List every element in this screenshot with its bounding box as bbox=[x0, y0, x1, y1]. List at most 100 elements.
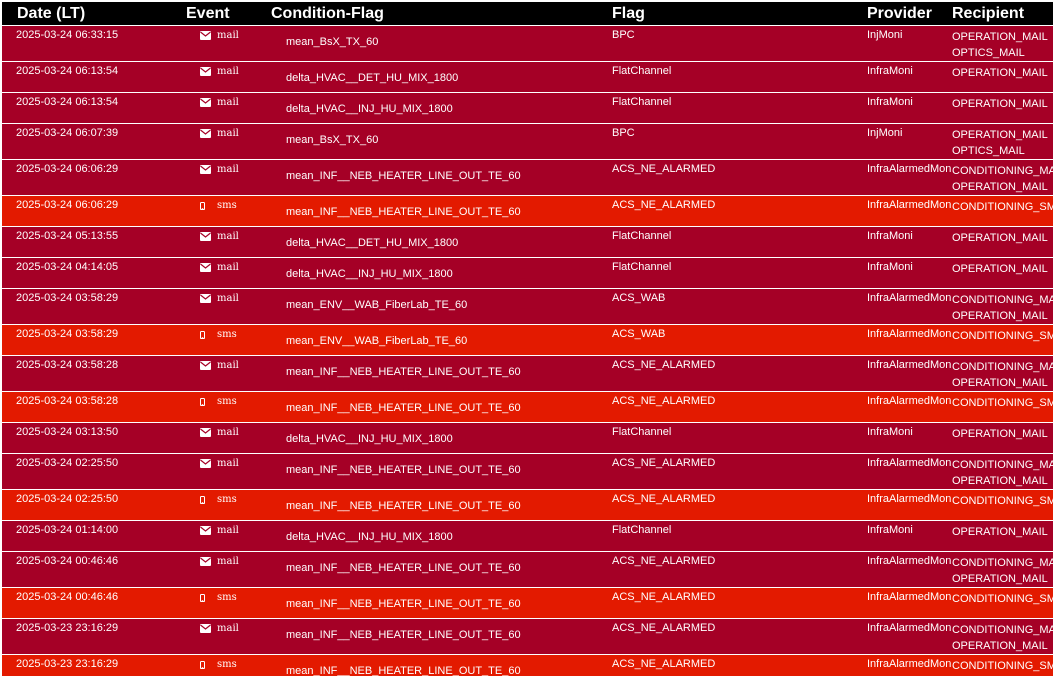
cell-recipient: CONDITIONING_SMS bbox=[952, 392, 1053, 423]
envelope-icon bbox=[200, 31, 211, 40]
cell-date: 2025-03-24 05:13:55 bbox=[16, 230, 119, 242]
cell-flag: FlatChannel bbox=[612, 96, 672, 108]
cell-date: 2025-03-24 03:13:50 bbox=[16, 426, 119, 438]
cell-recipient: CONDITIONING_MAIL OPERATION_MAIL bbox=[952, 160, 1053, 196]
cell-condition: mean_BsX_TX_60 bbox=[286, 134, 379, 146]
table-row[interactable]: 2025-03-24 03:58:28 sms mean_INF__NEB_HEAT… bbox=[2, 391, 1053, 423]
table-row[interactable]: 2025-03-24 06:06:29 mail mean_INF__NEB_HEA… bbox=[2, 159, 1053, 196]
cell-event: mail bbox=[186, 454, 271, 490]
table-row[interactable]: 2025-03-24 06:06:29 sms mean_INF__NEB_HEAT… bbox=[2, 195, 1053, 227]
recipient-name: OPERATION_MAIL bbox=[952, 181, 1048, 193]
cell-flag: FlatChannel bbox=[612, 524, 672, 536]
cell-condition: delta_HVAC__DET_HU_MIX_1800 bbox=[286, 72, 459, 84]
mobile-phone-icon bbox=[200, 330, 211, 339]
table-row[interactable]: 2025-03-24 01:14:00 mail delta_HVAC__INJ_H… bbox=[2, 520, 1053, 552]
recipient-name: CONDITIONING_MAIL bbox=[952, 459, 1053, 471]
column-header-recipient[interactable]: Recipient bbox=[952, 2, 1053, 26]
recipient-name: OPERATION_MAIL bbox=[952, 428, 1048, 440]
event-type-label: sms bbox=[217, 494, 237, 505]
recipient-name: OPERATION_MAIL bbox=[952, 573, 1048, 585]
table-row[interactable]: 2025-03-24 03:58:29 sms mean_ENV__WAB_Fibe… bbox=[2, 324, 1053, 356]
cell-flag: ACS_WAB bbox=[612, 292, 666, 304]
table-row[interactable]: 2025-03-24 03:58:28 mail mean_INF__NEB_HEA… bbox=[2, 355, 1053, 392]
table-row[interactable]: 2025-03-23 23:16:29 mail mean_INF__NEB_HEA… bbox=[2, 618, 1053, 655]
cell-provider: InfraAlarmedMoni bbox=[867, 359, 952, 371]
cell-flag: FlatChannel bbox=[612, 65, 672, 77]
cell-flag: BPC bbox=[612, 127, 635, 139]
cell-flag: ACS_NE_ALARMED bbox=[612, 493, 716, 505]
recipient-name: OPERATION_MAIL bbox=[952, 310, 1048, 322]
cell-event: mail bbox=[186, 124, 271, 160]
cell-provider: InfraMoni bbox=[867, 524, 913, 536]
cell-event: sms bbox=[186, 196, 271, 227]
table-row[interactable]: 2025-03-24 04:14:05 mail delta_HVAC__INJ_H… bbox=[2, 257, 1053, 289]
envelope-icon bbox=[200, 129, 211, 138]
alarm-log-table: Date (LT) Event Condition-Flag Flag Prov… bbox=[2, 2, 1053, 676]
envelope-icon bbox=[200, 428, 211, 437]
event-type-label: mail bbox=[217, 30, 239, 41]
event-type-label: mail bbox=[217, 458, 239, 469]
event-type-label: mail bbox=[217, 128, 239, 139]
table-row[interactable]: 2025-03-24 06:33:15 mail mean_BsX_TX_60 BPC… bbox=[2, 25, 1053, 62]
cell-flag: FlatChannel bbox=[612, 426, 672, 438]
cell-flag: ACS_NE_ALARMED bbox=[612, 163, 716, 175]
cell-event: mail bbox=[186, 289, 271, 325]
table-row[interactable]: 2025-03-24 03:58:29 mail mean_ENV__WAB_Fib… bbox=[2, 288, 1053, 325]
table-row[interactable]: 2025-03-23 23:16:29 sms mean_INF__NEB_HEAT… bbox=[2, 654, 1053, 676]
cell-condition: mean_INF__NEB_HEATER_LINE_OUT_TE_60 bbox=[286, 366, 521, 378]
event-type-label: mail bbox=[217, 623, 239, 634]
table-row[interactable]: 2025-03-24 06:13:54 mail delta_HVAC__DET_H… bbox=[2, 61, 1053, 93]
cell-condition: delta_HVAC__INJ_HU_MIX_1800 bbox=[286, 103, 453, 115]
table-row[interactable]: 2025-03-24 05:13:55 mail delta_HVAC__DET_H… bbox=[2, 226, 1053, 258]
table-row[interactable]: 2025-03-24 06:13:54 mail delta_HVAC__INJ_H… bbox=[2, 92, 1053, 124]
cell-date: 2025-03-24 06:06:29 bbox=[16, 199, 119, 211]
cell-condition: delta_HVAC__DET_HU_MIX_1800 bbox=[286, 237, 459, 249]
cell-flag: BPC bbox=[612, 29, 635, 41]
cell-recipient: OPERATION_MAIL OPTICS_MAIL bbox=[952, 26, 1053, 62]
cell-condition: mean_INF__NEB_HEATER_LINE_OUT_TE_60 bbox=[286, 206, 521, 218]
column-header-event[interactable]: Event bbox=[186, 2, 271, 26]
cell-flag: ACS_NE_ALARMED bbox=[612, 622, 716, 634]
cell-flag: ACS_WAB bbox=[612, 328, 666, 340]
cell-recipient: OPERATION_MAIL bbox=[952, 423, 1053, 454]
table-row[interactable]: 2025-03-24 06:07:39 mail mean_BsX_TX_60 BPC… bbox=[2, 123, 1053, 160]
cell-date: 2025-03-24 03:58:28 bbox=[16, 395, 119, 407]
cell-date: 2025-03-23 23:16:29 bbox=[16, 622, 119, 634]
table-row[interactable]: 2025-03-24 02:25:50 sms mean_INF__NEB_HEAT… bbox=[2, 489, 1053, 521]
cell-recipient: OPERATION_MAIL bbox=[952, 227, 1053, 258]
recipient-name: OPERATION_MAIL bbox=[952, 377, 1048, 389]
cell-date: 2025-03-24 00:46:46 bbox=[16, 555, 119, 567]
cell-event: mail bbox=[186, 423, 271, 454]
table-row[interactable]: 2025-03-24 00:46:46 sms mean_INF__NEB_HEAT… bbox=[2, 587, 1053, 619]
cell-date: 2025-03-24 00:46:46 bbox=[16, 591, 119, 603]
cell-condition: mean_INF__NEB_HEATER_LINE_OUT_TE_60 bbox=[286, 500, 521, 512]
recipient-name: CONDITIONING_SMS bbox=[952, 330, 1053, 342]
cell-flag: FlatChannel bbox=[612, 261, 672, 273]
cell-provider: InfraMoni bbox=[867, 426, 913, 438]
column-header-date[interactable]: Date (LT) bbox=[2, 2, 186, 26]
table-row[interactable]: 2025-03-24 00:46:46 mail mean_INF__NEB_HEA… bbox=[2, 551, 1053, 588]
cell-flag: FlatChannel bbox=[612, 230, 672, 242]
cell-event: mail bbox=[186, 93, 271, 124]
cell-condition: mean_BsX_TX_60 bbox=[286, 36, 379, 48]
envelope-icon bbox=[200, 624, 211, 633]
cell-flag: ACS_NE_ALARMED bbox=[612, 658, 716, 670]
column-header-flag[interactable]: Flag bbox=[612, 2, 867, 26]
recipient-name: CONDITIONING_MAIL bbox=[952, 294, 1053, 306]
cell-recipient: CONDITIONING_MAIL OPERATION_MAIL bbox=[952, 289, 1053, 325]
envelope-icon bbox=[200, 526, 211, 535]
cell-condition: mean_INF__NEB_HEATER_LINE_OUT_TE_60 bbox=[286, 170, 521, 182]
table-row[interactable]: 2025-03-24 03:13:50 mail delta_HVAC__INJ_H… bbox=[2, 422, 1053, 454]
envelope-icon bbox=[200, 67, 211, 76]
cell-flag: ACS_NE_ALARMED bbox=[612, 457, 716, 469]
column-header-condition[interactable]: Condition-Flag bbox=[271, 2, 612, 26]
recipient-name: OPERATION_MAIL bbox=[952, 263, 1048, 275]
cell-date: 2025-03-24 03:58:28 bbox=[16, 359, 119, 371]
recipient-name: CONDITIONING_SMS bbox=[952, 593, 1053, 605]
column-header-provider[interactable]: Provider bbox=[867, 2, 952, 26]
cell-date: 2025-03-24 06:13:54 bbox=[16, 96, 119, 108]
cell-flag: ACS_NE_ALARMED bbox=[612, 555, 716, 567]
table-row[interactable]: 2025-03-24 02:25:50 mail mean_INF__NEB_HEA… bbox=[2, 453, 1053, 490]
cell-condition: mean_INF__NEB_HEATER_LINE_OUT_TE_60 bbox=[286, 629, 521, 641]
recipient-name: CONDITIONING_MAIL bbox=[952, 624, 1053, 636]
